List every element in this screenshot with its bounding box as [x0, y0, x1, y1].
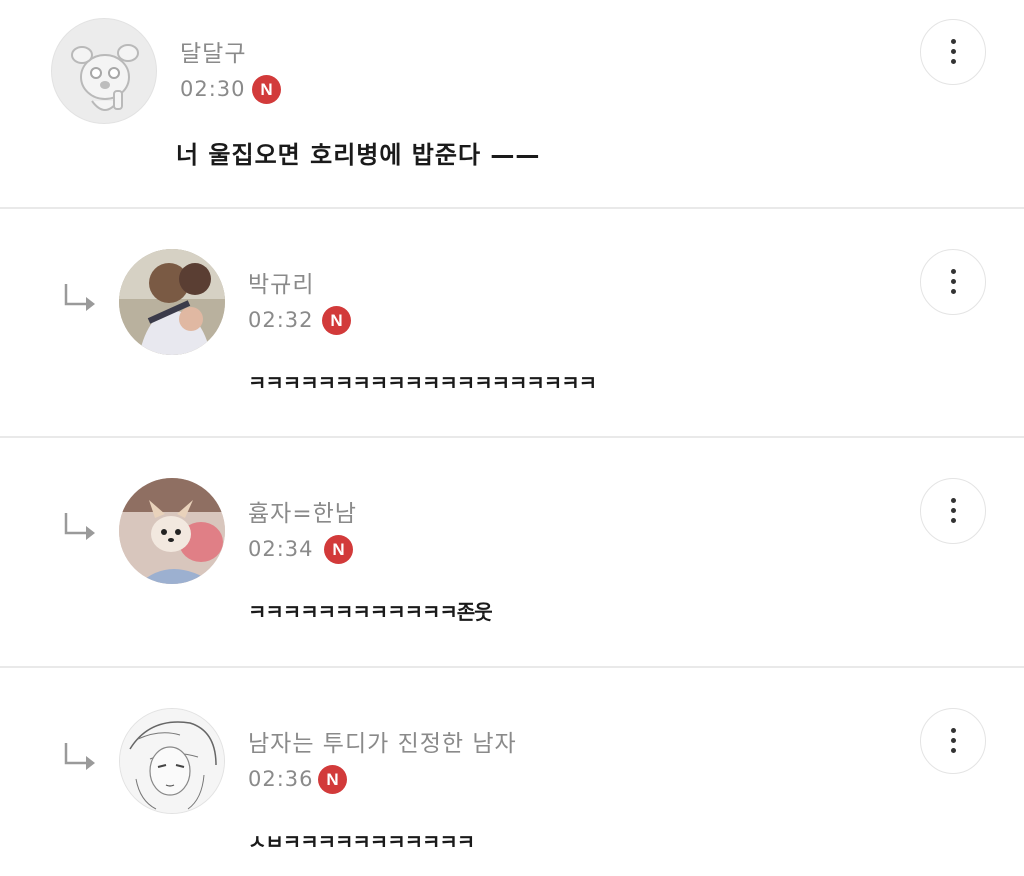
- comment-time: 02:34: [248, 537, 314, 561]
- comment-item: 남자는 투디가 진정한 남자 02:36 N ㅅㅂㅋㅋㅋㅋㅋㅋㅋㅋㅋㅋㅋ: [0, 668, 1024, 876]
- more-options-button[interactable]: [920, 708, 986, 774]
- comment-time: 02:36: [248, 767, 314, 791]
- reply-arrow-icon: [64, 284, 95, 311]
- comment-item: 달달구 02:30 N 너 울집오면 호리병에 밥준다 ——: [0, 0, 1024, 208]
- comment-item: 박규리 02:32 N ㅋㅋㅋㅋㅋㅋㅋㅋㅋㅋㅋㅋㅋㅋㅋㅋㅋㅋㅋㅋ: [0, 209, 1024, 437]
- avatar[interactable]: [119, 478, 225, 584]
- comment-author[interactable]: 박규리: [248, 265, 314, 299]
- comment-time: 02:32: [248, 308, 314, 332]
- comment-author[interactable]: 남자는 투디가 진정한 남자: [248, 724, 517, 758]
- reply-arrow-icon: [64, 513, 95, 540]
- comment-author[interactable]: 달달구: [180, 34, 246, 68]
- comment-text: 너 울집오면 호리병에 밥준다 ——: [176, 141, 541, 169]
- new-badge: N: [322, 306, 351, 335]
- comment-text: ㅅㅂㅋㅋㅋㅋㅋㅋㅋㅋㅋㅋㅋ: [248, 830, 475, 854]
- avatar[interactable]: [51, 18, 157, 124]
- new-badge: N: [252, 75, 281, 104]
- comment-item: 흄자=한남 02:34 N ㅋㅋㅋㅋㅋㅋㅋㅋㅋㅋㅋㅋ존웃: [0, 438, 1024, 666]
- more-options-button[interactable]: [920, 249, 986, 315]
- reply-arrow-icon: [64, 743, 95, 770]
- avatar[interactable]: [119, 249, 225, 355]
- avatar[interactable]: [119, 708, 225, 814]
- comment-text: ㅋㅋㅋㅋㅋㅋㅋㅋㅋㅋㅋㅋ존웃: [248, 600, 493, 624]
- more-options-button[interactable]: [920, 478, 986, 544]
- comment-text: ㅋㅋㅋㅋㅋㅋㅋㅋㅋㅋㅋㅋㅋㅋㅋㅋㅋㅋㅋㅋ: [248, 371, 597, 395]
- new-badge: N: [324, 535, 353, 564]
- more-options-button[interactable]: [920, 19, 986, 85]
- comment-author[interactable]: 흄자=한남: [248, 494, 357, 528]
- comment-time: 02:30: [180, 77, 246, 101]
- new-badge: N: [318, 765, 347, 794]
